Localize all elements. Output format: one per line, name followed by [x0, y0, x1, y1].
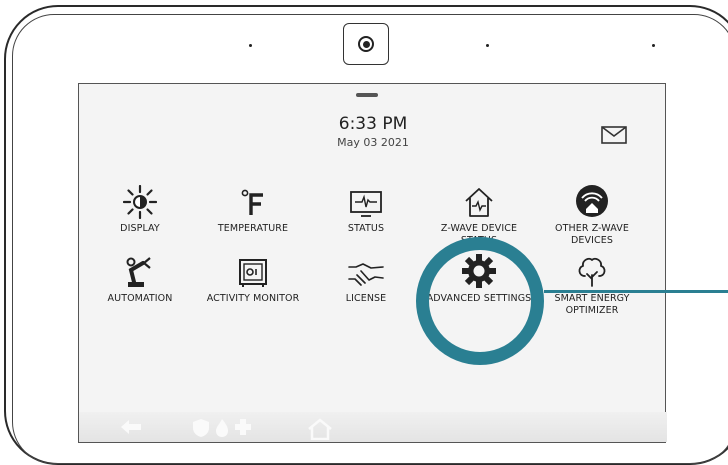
shield-icon[interactable] — [191, 418, 211, 438]
highlight-circle — [416, 237, 544, 365]
license-label: LICENSE — [345, 293, 387, 304]
medical-cross-icon[interactable] — [234, 418, 252, 436]
home-icon[interactable] — [307, 418, 333, 440]
smart-energy-optimizer-label: SMART ENERGY OPTIMIZER — [554, 293, 630, 316]
automation-label: AUTOMATION — [107, 293, 173, 304]
handshake-icon — [348, 263, 384, 286]
robot-arm-icon — [126, 257, 151, 287]
display-tile[interactable]: DISPLAY — [84, 183, 196, 235]
callout-line — [544, 290, 728, 293]
sensor-dot — [652, 44, 655, 47]
zwave-house-icon — [576, 185, 608, 217]
drawer-handle[interactable] — [356, 93, 378, 97]
house-heartbeat-icon — [465, 188, 493, 217]
back-arrow-icon[interactable] — [119, 418, 143, 436]
flame-icon[interactable] — [214, 418, 230, 438]
temperature-label: TEMPERATURE — [217, 223, 289, 234]
camera-icon — [343, 23, 389, 65]
sensor-dot — [486, 44, 489, 47]
status-label: STATUS — [347, 223, 385, 234]
clock-date: May 03 2021 — [337, 136, 409, 149]
activity-monitor-tile[interactable]: ACTIVITY MONITOR — [197, 253, 309, 305]
sensor-dot — [249, 44, 252, 47]
clock-time: 6:33 PM — [338, 114, 408, 134]
temperature-icon — [241, 189, 263, 215]
touch-screen: 6:33 PM May 03 2021 DISPLAY TEMPERATURE … — [78, 83, 667, 443]
temperature-tile[interactable]: TEMPERATURE — [197, 183, 309, 235]
activity-monitor-label: ACTIVITY MONITOR — [206, 293, 300, 304]
bottom-nav-bar — [79, 412, 667, 442]
other-zwave-devices-tile[interactable]: OTHER Z-WAVE DEVICES — [536, 183, 648, 247]
smart-energy-optimizer-tile[interactable]: SMART ENERGY OPTIMIZER — [536, 253, 648, 317]
display-label: DISPLAY — [120, 223, 160, 234]
tree-icon — [578, 257, 606, 287]
mail-icon[interactable] — [601, 126, 627, 144]
brightness-icon — [123, 185, 157, 219]
status-icon — [350, 191, 382, 217]
safe-icon — [239, 259, 267, 287]
other-zwave-devices-label: OTHER Z-WAVE DEVICES — [555, 223, 629, 246]
status-tile[interactable]: STATUS — [310, 183, 422, 235]
license-tile[interactable]: LICENSE — [310, 253, 422, 305]
automation-tile[interactable]: AUTOMATION — [84, 253, 196, 305]
